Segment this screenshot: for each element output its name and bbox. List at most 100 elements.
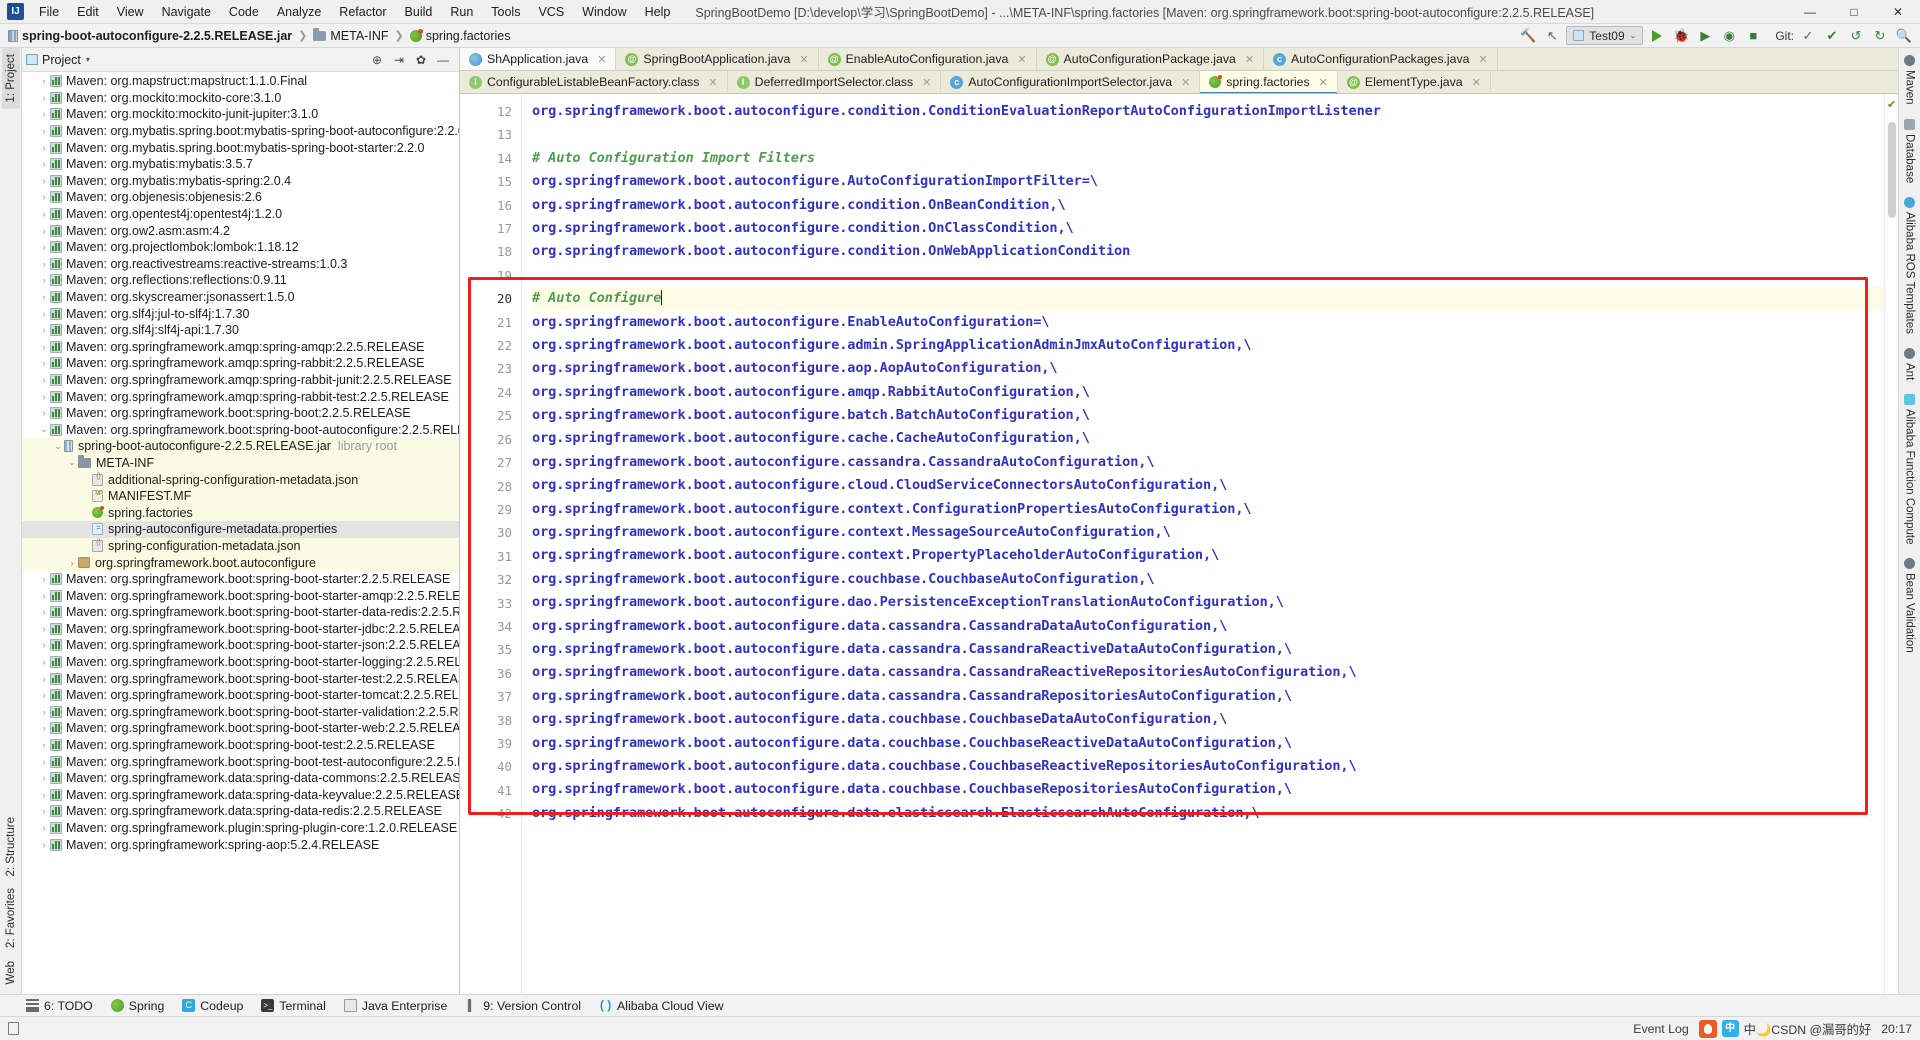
tree-expand-arrow-icon[interactable]: › [38,275,50,285]
close-tab-icon[interactable]: ✕ [1245,53,1254,66]
tree-node[interactable]: spring-configuration-metadata.json [22,537,459,555]
tree-node[interactable]: › Maven: org.springframework.data:spring-… [22,770,460,787]
bottom-tool-button[interactable]: C Codeup [182,999,243,1013]
code-line[interactable]: org.springframework.boot.autoconfigure.d… [532,802,1884,825]
tree-node[interactable]: › Maven: org.springframework.boot:spring-… [22,720,460,737]
run-button[interactable] [1647,26,1667,46]
code-line[interactable]: org.springframework.boot.autoconfigure.E… [532,311,1884,334]
tool-tab-database[interactable]: Database [1901,112,1919,190]
editor-tab[interactable]: I DeferredImportSelector.class ✕ [727,71,942,93]
tree-expand-arrow-icon[interactable]: › [38,342,50,352]
code-line[interactable]: org.springframework.boot.autoconfigure.d… [532,661,1884,684]
code-line[interactable]: org.springframework.boot.autoconfigure.c… [532,544,1884,567]
git-commit-icon[interactable]: ✔ [1822,26,1842,46]
tree-node[interactable]: › Maven: org.opentest4j:opentest4j:1.2.0 [22,206,459,223]
tree-node[interactable]: › Maven: org.springframework:spring-aop:5… [22,836,459,853]
editor-tab[interactable]: ShApplication.java ✕ [460,48,617,70]
tree-expand-arrow-icon[interactable]: › [38,176,50,186]
tree-expand-arrow-icon[interactable]: › [38,192,50,202]
tree-expand-arrow-icon[interactable]: › [38,76,50,86]
tool-tab-bean-validation[interactable]: Bean Validation [1901,551,1919,660]
tree-expand-arrow-icon[interactable]: › [38,93,50,103]
run-configuration-selector[interactable]: Test09 ⌄ [1566,26,1644,45]
menu-build[interactable]: Build [396,3,442,21]
close-tab-icon[interactable]: ✕ [708,76,717,89]
code-line[interactable]: org.springframework.boot.autoconfigure.d… [532,732,1884,755]
maximize-button[interactable]: □ [1832,0,1876,24]
code-line[interactable] [532,123,1884,146]
tree-node[interactable]: › Maven: org.springframework.boot:spring-… [22,704,460,721]
tree-node[interactable]: › Maven: org.springframework.boot:spring-… [22,621,460,638]
code-line[interactable]: org.springframework.boot.autoconfigure.c… [532,217,1884,240]
editor-tab[interactable]: @ ElementType.java ✕ [1337,71,1491,93]
tree-expand-arrow-icon[interactable]: › [38,358,50,368]
tree-expand-arrow-icon[interactable]: › [38,408,50,418]
project-tree[interactable]: › Maven: org.mapstruct:mapstruct:1.1.0.Fi… [22,72,459,994]
code-line[interactable]: org.springframework.boot.autoconfigure.c… [532,100,1884,123]
code-line[interactable]: org.springframework.boot.autoconfigure.c… [532,240,1884,263]
tree-expand-arrow-icon[interactable]: › [38,325,50,335]
close-tab-icon[interactable]: ✕ [1472,76,1481,89]
tree-node[interactable]: › Maven: org.mockito:mockito-junit-jupite… [22,106,459,123]
breadcrumb-file[interactable]: spring.factories [426,29,511,43]
tree-expand-arrow-icon[interactable]: › [38,740,50,750]
tree-node[interactable]: additional-spring-configuration-metadata… [22,471,459,488]
tree-node[interactable]: › Maven: org.springframework.amqp:spring-… [22,372,459,389]
code-line[interactable]: org.springframework.boot.autoconfigure.a… [532,334,1884,357]
code-line[interactable]: org.springframework.boot.autoconfigure.c… [532,498,1884,521]
tree-node[interactable]: › Maven: org.reactivestreams:reactive-str… [22,256,459,273]
code-line[interactable]: # Auto Configuration Import Filters [532,147,1884,170]
tree-node[interactable]: › Maven: org.slf4j:slf4j-api:1.7.30 [22,322,459,339]
code-line[interactable]: org.springframework.boot.autoconfigure.c… [532,451,1884,474]
tree-node[interactable]: ⌄ META-INF [22,454,459,472]
code-line[interactable]: org.springframework.boot.autoconfigure.d… [532,755,1884,778]
bottom-tool-button[interactable]: 9: Version Control [465,999,581,1013]
tree-node[interactable]: › Maven: org.reflections:reflections:0.9.… [22,272,459,289]
search-everywhere-icon[interactable]: 🔍 [1894,26,1914,46]
tree-expand-arrow-icon[interactable]: › [38,840,50,850]
tree-node[interactable]: › Maven: org.springframework.boot:spring-… [22,687,460,704]
tree-expand-arrow-icon[interactable]: › [38,607,50,617]
tree-expand-arrow-icon[interactable]: › [38,126,50,136]
tree-node[interactable]: › Maven: org.mybatis.spring.boot:mybatis-… [22,139,459,156]
tree-node[interactable]: › Maven: org.mockito:mockito-core:3.1.0 [22,90,459,107]
tree-node[interactable]: › Maven: org.springframework.boot:spring-… [22,587,460,604]
project-view-dropdown-icon[interactable]: ▾ [86,55,90,64]
tree-node[interactable]: › Maven: org.springframework.boot:spring-… [22,637,460,654]
code-line[interactable]: # Auto Configure [532,287,1884,311]
breadcrumb-folder[interactable]: META-INF [330,29,388,43]
tree-node[interactable]: spring.factories [22,504,459,522]
tree-expand-arrow-icon[interactable]: › [38,591,50,601]
tree-expand-arrow-icon[interactable]: › [38,674,50,684]
code-line[interactable]: org.springframework.boot.autoconfigure.a… [532,357,1884,380]
code-line[interactable]: org.springframework.boot.autoconfigure.c… [532,521,1884,544]
close-tab-icon[interactable]: ✕ [799,53,808,66]
close-tab-icon[interactable]: ✕ [1478,53,1487,66]
code-line[interactable]: org.springframework.boot.autoconfigure.c… [532,474,1884,497]
tree-expand-arrow-icon[interactable]: › [38,309,50,319]
close-tab-icon[interactable]: ✕ [1319,76,1328,89]
menu-file[interactable]: File [30,3,68,21]
tree-expand-arrow-icon[interactable]: › [38,392,50,402]
menu-vcs[interactable]: VCS [529,3,573,21]
tree-node[interactable]: › Maven: org.springframework.amqp:spring-… [22,388,459,405]
menu-help[interactable]: Help [636,3,680,21]
tree-node[interactable]: › Maven: org.mapstruct:mapstruct:1.1.0.Fi… [22,73,459,90]
tree-node[interactable]: › Maven: org.springframework.data:spring-… [22,787,460,804]
code-line[interactable]: org.springframework.boot.autoconfigure.a… [532,381,1884,404]
breadcrumb-jar[interactable]: spring-boot-autoconfigure-2.2.5.RELEASE.… [22,29,292,43]
menu-view[interactable]: View [108,3,153,21]
tool-tab-web[interactable]: Web [2,955,20,990]
tree-node[interactable]: › org.springframework.boot.autoconfigure [22,554,459,571]
git-history-icon[interactable]: ↻ [1870,26,1890,46]
bottom-tool-button[interactable]: Spring [110,999,164,1013]
tree-node[interactable]: › Maven: org.springframework.boot:spring-… [22,670,460,687]
tree-node[interactable]: › Maven: org.projectlombok:lombok:1.18.12 [22,239,459,256]
tree-expand-arrow-icon[interactable]: › [38,143,50,153]
tree-expand-arrow-icon[interactable]: › [38,574,50,584]
tree-expand-arrow-icon[interactable]: › [38,790,50,800]
code-content[interactable]: org.springframework.boot.autoconfigure.c… [522,94,1884,994]
code-line[interactable]: org.springframework.boot.autoconfigure.b… [532,404,1884,427]
tool-tab-favorites[interactable]: 2: Favorites [2,882,20,954]
editor-tab[interactable]: c AutoConfigurationImportSelector.java ✕ [941,71,1201,93]
